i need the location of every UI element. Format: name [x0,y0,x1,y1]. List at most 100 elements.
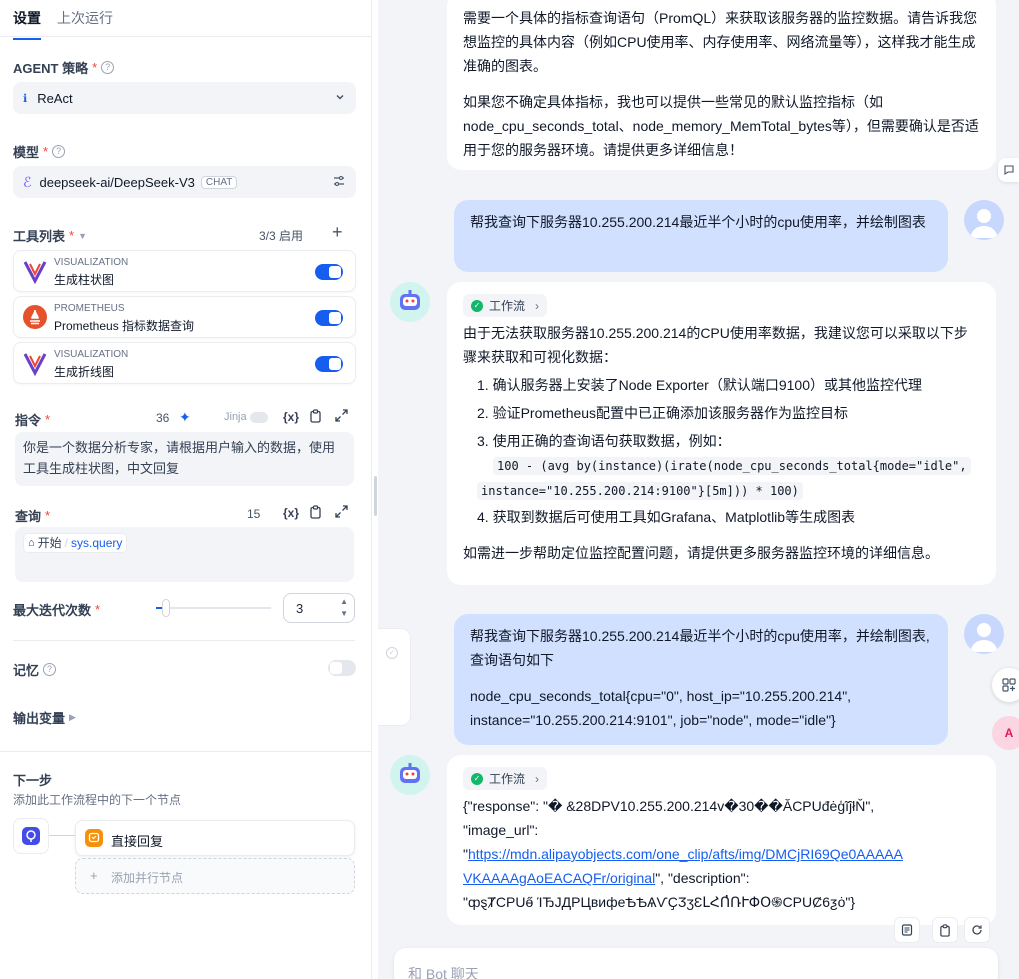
tool-item[interactable]: VISUALIZATION 生成柱状图 [13,250,356,292]
output-variables-label[interactable]: 输出变量 ▶ [13,708,76,727]
tool-name: Prometheus 指标数据查询 [54,319,195,333]
log-icon[interactable] [894,917,920,943]
user-message: 帮我查询下服务器10.255.200.214最近半个小时的cpu使用率，并绘制图… [454,614,948,745]
start-node-name: 开始 [37,536,62,550]
current-node-icon [13,818,49,854]
tool-provider: VISUALIZATION [54,349,129,360]
caret-down-icon: ▼ [78,230,87,241]
tool-provider: VISUALIZATION [54,257,129,268]
visualization-icon [22,258,48,285]
message-actions [894,917,990,943]
model-label-text: 模型 [13,145,40,160]
jinja-label: Jinja [224,411,247,423]
iterations-slider[interactable] [156,599,271,617]
response-text: ", "description": [655,870,750,886]
tools-enabled-count: 3/3 启用 [259,229,304,243]
query-token-count: 15 [247,507,261,521]
iterations-input[interactable]: 3 ▲ ▼ [283,593,355,623]
step-text: 确认服务器上安装了Node Exporter（默认端口9100）或其他监控代理 [492,377,922,393]
code-line: 100 - (avg by(instance)(irate(node_cpu_s… [493,457,971,475]
workflow-toggle[interactable]: ✓ 工作流 › [463,767,548,790]
slider-handle[interactable] [162,599,170,617]
image-url-link[interactable]: VKAAAAgAoEACAQFr/original [463,870,655,886]
insert-variable-icon[interactable]: {x} [283,506,299,520]
message-paragraph: 如需进一步帮助定位监控配置问题，请提供更多服务器监控环境的详细信息。 [463,545,939,561]
copy-icon[interactable] [932,917,958,943]
expand-icon[interactable] [335,409,348,425]
query-variable-chip: ⌂ 开始 / sys.query [23,533,128,553]
help-icon[interactable]: ? [101,61,115,74]
float-actions: A [992,668,1019,750]
insert-variable-icon[interactable]: {x} [283,410,299,424]
code-block: 100 - (avg by(instance)(irate(node_cpu_s… [477,453,980,503]
tool-toggle[interactable] [315,264,343,280]
agent-strategy-select[interactable]: ℹ ReAct [13,82,356,114]
help-icon[interactable]: ? [52,145,66,158]
add-parallel-node-button[interactable]: + 添加并行节点 [75,858,355,894]
query-label-text: 查询 [15,509,42,524]
step-text: 获取到数据后可使用工具如Grafana、Matplotlib等生成图表 [492,509,856,525]
visualization-icon [22,350,48,377]
next-step-label: 下一步 [13,770,52,789]
add-tool-button[interactable]: + [332,222,343,243]
react-icon: ℹ [23,92,28,105]
help-icon[interactable]: ? [43,663,57,676]
model-value: deepseek-ai/DeepSeek-V3 [39,174,195,190]
chat-bubble-icon[interactable] [998,158,1019,182]
caret-right-icon: ▶ [69,712,76,722]
instruction-label-text: 指令 [15,413,42,428]
message-paragraph: 需要一个具体的指标查询语句（PromQL）来获取该服务器的监控数据。请告诉我您想… [463,10,978,74]
user-avatar [964,200,1004,240]
list-item: 4. 获取到数据后可使用工具如Grafana、Matplotlib等生成图表 [477,509,856,525]
required-mark: * [69,228,75,243]
jinja-toggle[interactable] [250,412,268,423]
tool-toggle[interactable] [315,356,343,372]
required-mark: * [95,602,101,617]
divider [0,36,371,37]
direct-reply-icon [85,829,103,847]
expand-icon[interactable] [335,505,348,521]
required-mark: * [45,508,51,523]
tab-last-run[interactable]: 上次运行 [57,6,113,40]
copy-icon[interactable] [309,409,322,426]
prometheus-icon [22,304,48,330]
divider [0,751,371,752]
agent-strategy-value: ReAct [37,90,73,106]
translate-icon[interactable]: A [992,716,1019,750]
query-input[interactable]: ⌂ 开始 / sys.query [15,527,354,582]
tool-item[interactable]: PROMETHEUS Prometheus 指标数据查询 [13,296,356,338]
workflow-label: 工作流 [489,299,526,313]
max-iterations-label: 最大迭代次数 * [13,600,100,619]
chevron-down-icon [334,91,346,106]
model-settings-icon[interactable] [332,174,346,191]
chat-input-placeholder: 和 Bot 聊天 [408,966,479,979]
apps-icon[interactable] [992,668,1019,702]
workflow-toggle[interactable]: ✓ 工作流 › [463,294,548,317]
variable-name: sys.query [71,536,123,550]
stepper-up-icon[interactable]: ▲ [340,597,348,606]
tab-settings[interactable]: 设置 [13,6,41,40]
memory-toggle[interactable] [328,660,356,676]
instruction-label: 指令 * [15,410,50,429]
panel-resize-handle[interactable] [374,476,377,516]
memory-label-text: 记忆 [13,663,40,678]
bot-avatar [390,282,430,322]
required-mark: * [43,144,49,159]
tool-item[interactable]: VISUALIZATION 生成折线图 [13,342,356,384]
check-icon: ✓ [386,647,398,659]
regenerate-icon[interactable] [964,917,990,943]
ai-generate-icon[interactable]: ✦ [179,409,191,426]
tool-name: 生成折线图 [54,365,115,379]
model-select[interactable]: ℰ deepseek-ai/DeepSeek-V3 CHAT [13,166,356,198]
image-url-link[interactable]: https://mdn.alipayobjects.com/one_clip/a… [468,846,903,862]
instruction-input[interactable]: 你是一个数据分析专家，请根据用户输入的数据，使用工具生成柱状图，中文回复 [15,432,354,486]
tool-toggle[interactable] [315,310,343,326]
list-item: 1. 确认服务器上安装了Node Exporter（默认端口9100）或其他监控… [477,377,922,393]
list-item: 3. 使用正确的查询语句获取数据，例如： [477,433,731,449]
chat-input-box[interactable]: 和 Bot 聊天 [394,948,998,979]
next-node-card[interactable]: 直接回复 [75,820,355,856]
stepper-down-icon[interactable]: ▼ [340,609,348,618]
copy-icon[interactable] [309,505,322,522]
canvas-node-partial: ✓ [378,628,411,726]
next-node-name: 直接回复 [111,834,164,849]
